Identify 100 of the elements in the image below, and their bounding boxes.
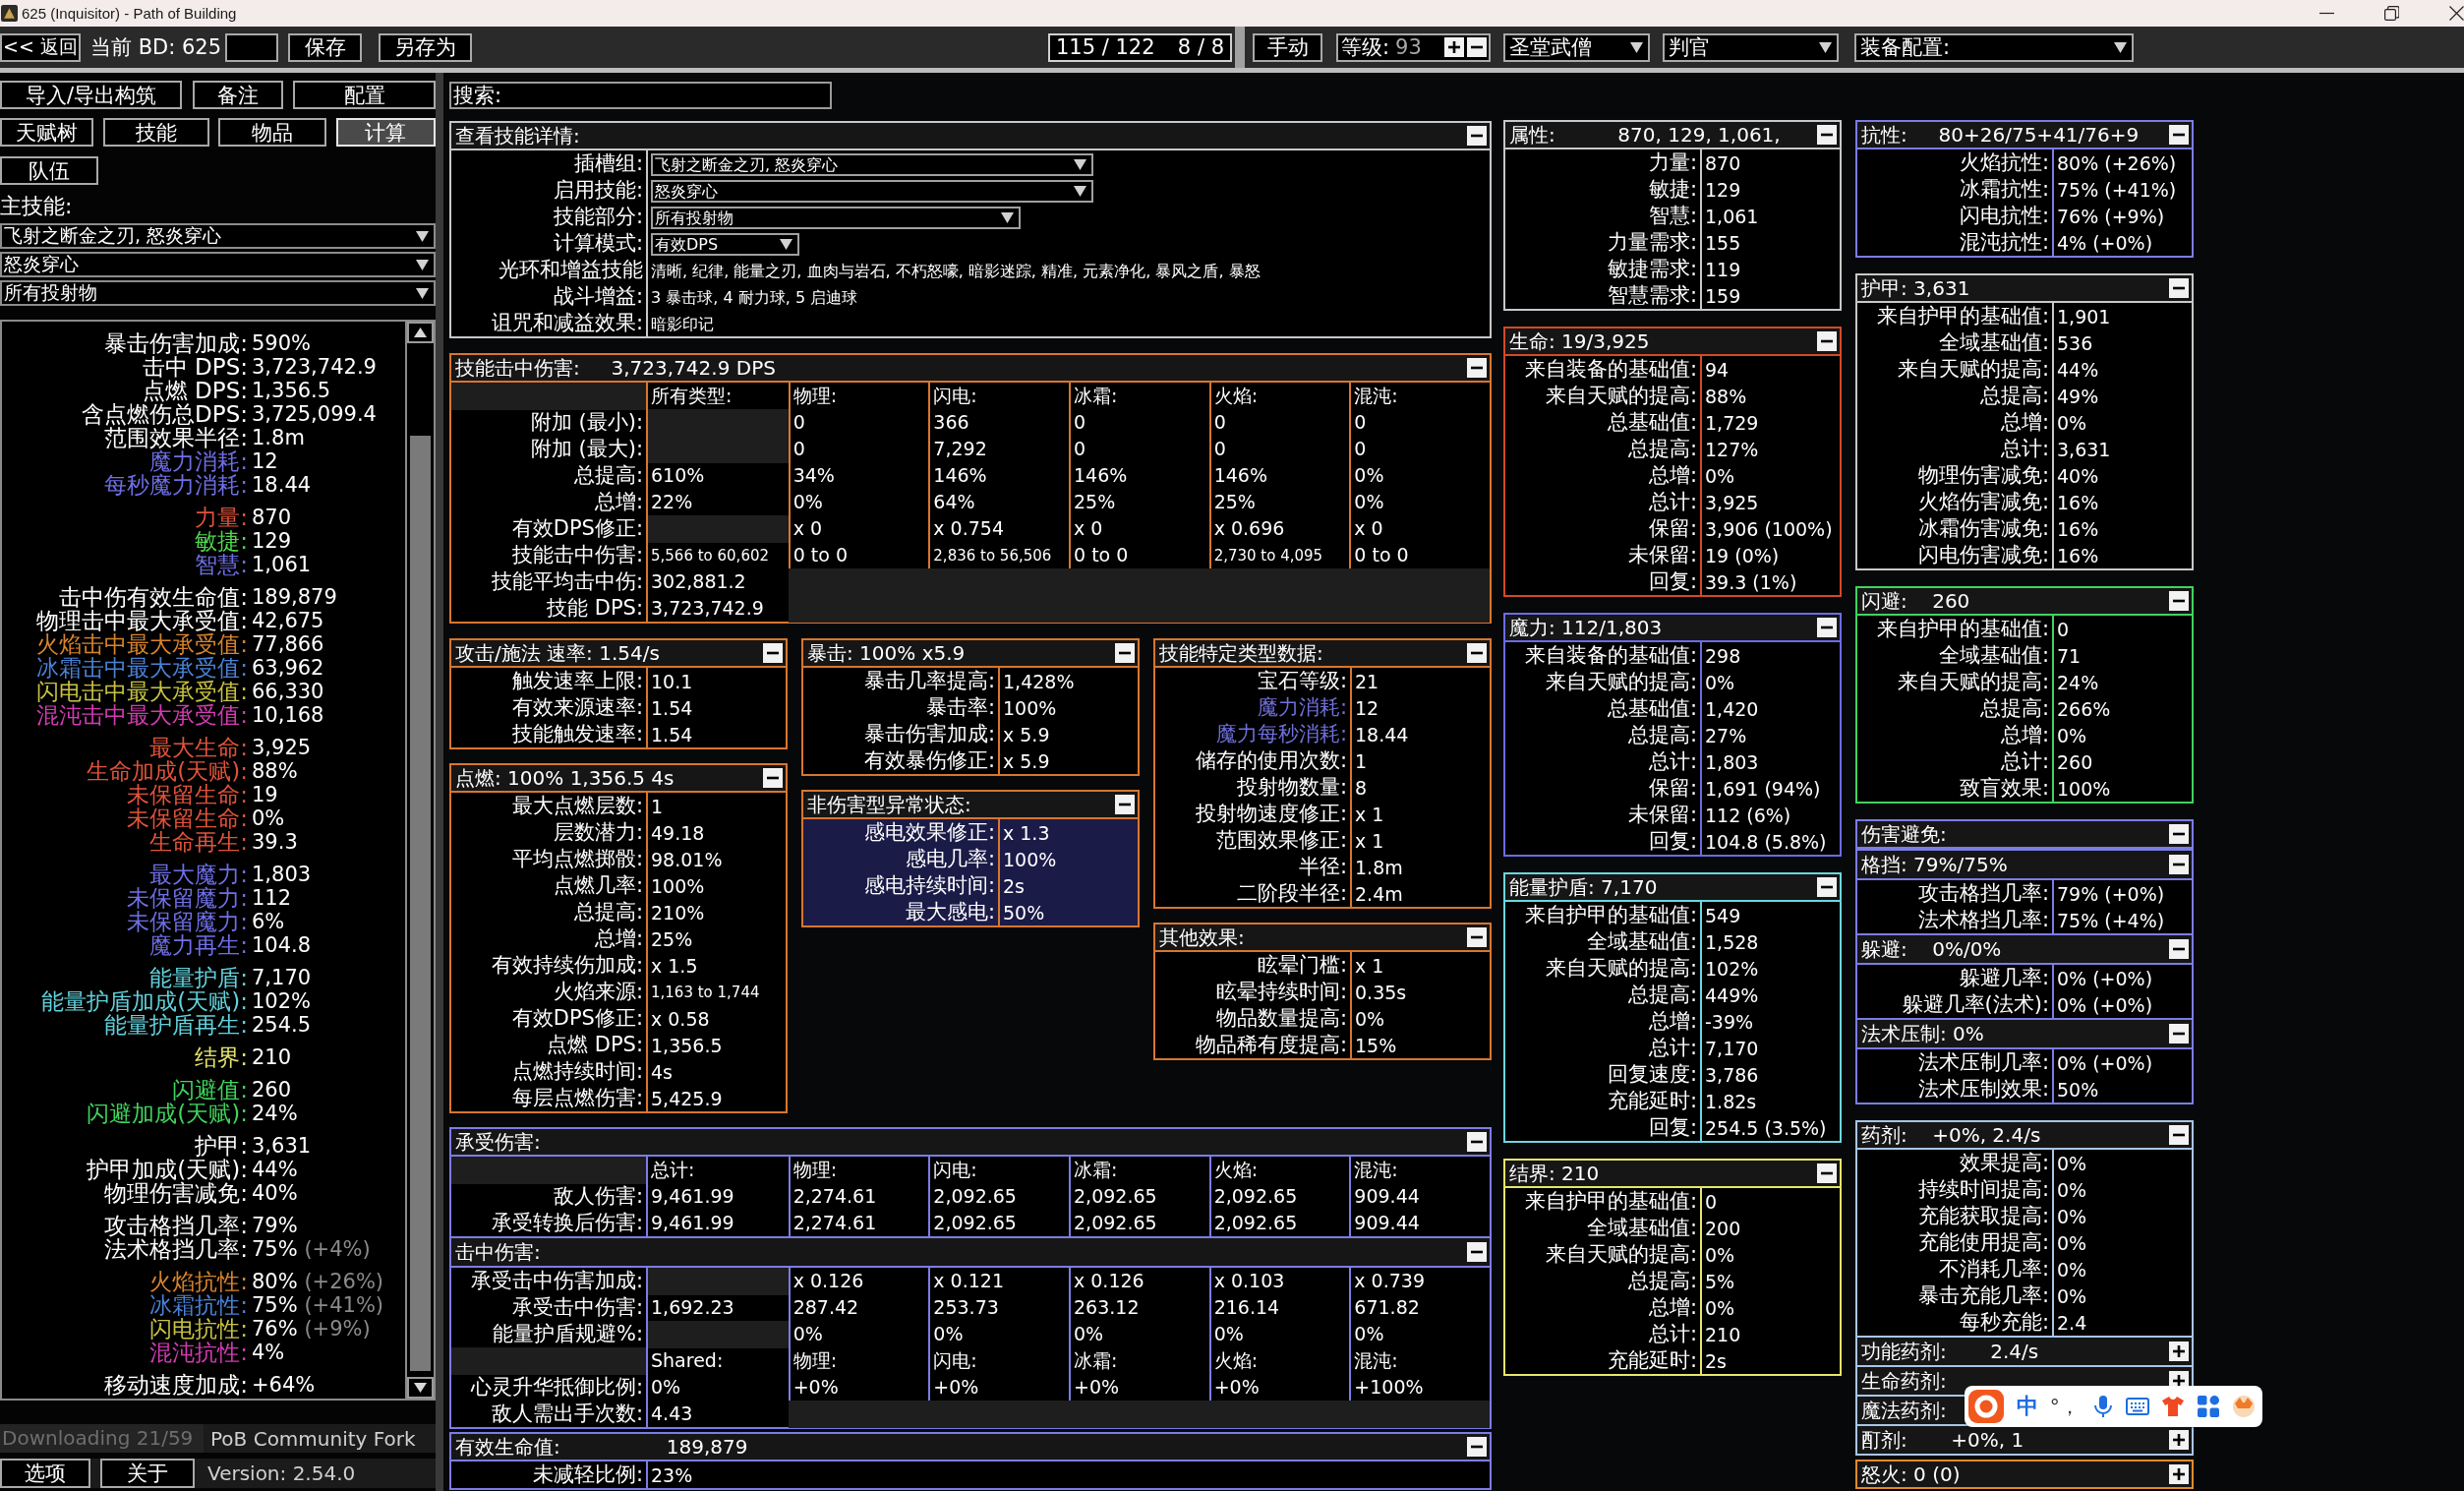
stat-label: 致盲效果: (1959, 776, 2049, 800)
version-label: Version: 2.54.0 (207, 1461, 356, 1485)
class-dropdown[interactable]: 圣堂武僧 (1503, 32, 1650, 62)
collapse-icon[interactable] (763, 643, 783, 663)
stat-value: 127% (1705, 437, 1759, 462)
stat-value: 0% (2057, 1204, 2087, 1229)
collapse-icon[interactable] (2169, 855, 2189, 874)
skill-dropdown[interactable]: 飞射之断金之刃, 怒炎穿心 (0, 223, 436, 249)
collapse-icon[interactable] (2169, 1125, 2189, 1145)
collapse-icon[interactable] (1817, 618, 1837, 637)
collapse-icon[interactable] (2169, 591, 2189, 611)
tab[interactable]: 技能 (102, 118, 209, 147)
collapse-icon[interactable] (1467, 927, 1487, 947)
stat-label: 敏捷: (1648, 177, 1697, 201)
scroll-up-icon[interactable] (407, 322, 434, 343)
input-field[interactable] (225, 32, 279, 62)
ascendancy-dropdown[interactable]: 判官 (1663, 32, 1839, 62)
stat-label: 最大点燃层数: (511, 794, 643, 817)
collapse-icon[interactable] (2169, 278, 2189, 298)
collapse-icon[interactable] (1115, 643, 1135, 663)
stat-value: 4s (651, 1059, 673, 1085)
footer-button[interactable]: 选项 (0, 1459, 90, 1488)
stat-value: 16% (2057, 490, 2099, 515)
section-title: 能量护盾: 7,170 (1509, 873, 1658, 901)
table-cell: 混沌: (1354, 385, 1398, 406)
restore-icon[interactable] (2384, 6, 2399, 21)
keyboard-icon[interactable] (2126, 1395, 2150, 1418)
stat-label: 移动速度加成: (104, 1372, 248, 1398)
tab[interactable]: 物品 (218, 118, 327, 147)
collapse-icon[interactable] (1115, 795, 1135, 814)
punctuation-toggle[interactable]: °， (2049, 1393, 2080, 1420)
shirt-icon[interactable] (2161, 1395, 2186, 1418)
skill-dropdown[interactable]: 所有投射物 (0, 280, 436, 306)
collapse-icon[interactable] (1817, 1163, 1837, 1183)
expand-icon[interactable] (2169, 1464, 2189, 1484)
stat-value: 1 (1355, 748, 1368, 774)
collapse-icon[interactable] (1467, 126, 1487, 146)
mode-button[interactable]: 手动 (1253, 32, 1322, 62)
stat-label: 物理伤害减免: (104, 1180, 248, 1206)
stat-label: 有效来源速率: (511, 695, 643, 719)
party-button[interactable]: 队伍 (0, 156, 98, 185)
section-title: 结界: 210 (1509, 1160, 1600, 1187)
table-cell: +0% (933, 1376, 979, 1398)
collapse-icon[interactable] (2169, 939, 2189, 959)
expand-icon[interactable] (2169, 1430, 2189, 1450)
collapse-icon[interactable] (1817, 125, 1837, 145)
stat-value: 266% (2057, 696, 2111, 722)
table-cell: 物理: (792, 1159, 838, 1180)
language-toggle[interactable]: 中 (2016, 1392, 2038, 1421)
footer-button[interactable]: 关于 (100, 1459, 195, 1488)
stat-label: 感电效果修正: (863, 820, 995, 844)
collapse-icon[interactable] (1467, 1132, 1487, 1152)
collapse-icon[interactable] (1817, 331, 1837, 351)
app-icon (1, 5, 18, 22)
section-title: 护甲: 3,631 (1861, 274, 1970, 302)
stat-value: 94 (1705, 357, 1730, 383)
collapse-icon[interactable] (1467, 1437, 1487, 1457)
scroll-down-icon[interactable] (407, 1377, 434, 1399)
tab[interactable]: 天赋树 (0, 118, 93, 147)
dropdown[interactable]: 飞射之断金之刃, 怒炎穿心 (651, 152, 1093, 176)
save-as-button[interactable]: 另存为 (379, 32, 473, 62)
plus-icon[interactable] (1444, 37, 1464, 57)
collapse-icon[interactable] (763, 768, 783, 788)
dropdown[interactable]: 所有投射物 (651, 206, 1021, 229)
minus-icon[interactable] (1467, 37, 1487, 57)
table-cell: 火焰: (1213, 1349, 1259, 1371)
collapse-icon[interactable] (2169, 1024, 2189, 1044)
grid-icon[interactable] (2197, 1395, 2221, 1418)
scrollbar-thumb[interactable] (410, 436, 431, 1371)
skill-dropdown[interactable]: 怒炎穿心 (0, 252, 436, 277)
avatar-icon[interactable] (2231, 1395, 2256, 1418)
dropdown[interactable]: 有效DPS (651, 232, 799, 256)
panel-button[interactable]: 导入/导出构筑 (0, 81, 182, 109)
tab[interactable]: 计算 (335, 118, 436, 147)
stat-label: 魔力消耗: (1257, 695, 1347, 719)
search-field[interactable]: 搜索: (449, 82, 832, 109)
expand-icon[interactable] (2169, 1342, 2189, 1361)
panel-button[interactable]: 备注 (192, 81, 283, 109)
collapse-icon[interactable] (1467, 643, 1487, 663)
gear-set-dropdown[interactable]: 装备配置: (1854, 32, 2134, 62)
level-field[interactable]: 等级: 93 (1336, 32, 1491, 62)
collapse-icon[interactable] (1467, 1242, 1487, 1262)
collapse-icon[interactable] (1467, 358, 1487, 378)
logo-icon[interactable] (1967, 1389, 2005, 1424)
collapse-icon[interactable] (2169, 125, 2189, 145)
stat-value: x 1 (1355, 953, 1384, 979)
stat-value: 210% (651, 900, 705, 925)
stat-label: 每秒充能: (1959, 1310, 2049, 1334)
collapse-icon[interactable] (1817, 877, 1837, 897)
stat-label: 火焰来源: (553, 980, 643, 1003)
panel-button[interactable]: 配置 (293, 81, 436, 109)
back-button[interactable]: << 返回 (0, 32, 81, 62)
dropdown[interactable]: 怒炎穿心 (651, 179, 1093, 203)
table-cell: 2,730 to 4,095 (1213, 547, 1323, 565)
stat-label: 二阶段半径: (1236, 881, 1347, 905)
collapse-icon[interactable] (2169, 824, 2189, 844)
stat-label: 点燃持续时间: (511, 1059, 643, 1083)
save-button[interactable]: 保存 (288, 32, 363, 62)
close-icon[interactable] (2449, 6, 2464, 21)
section-title: 法术压制: 0% (1861, 1020, 1984, 1047)
